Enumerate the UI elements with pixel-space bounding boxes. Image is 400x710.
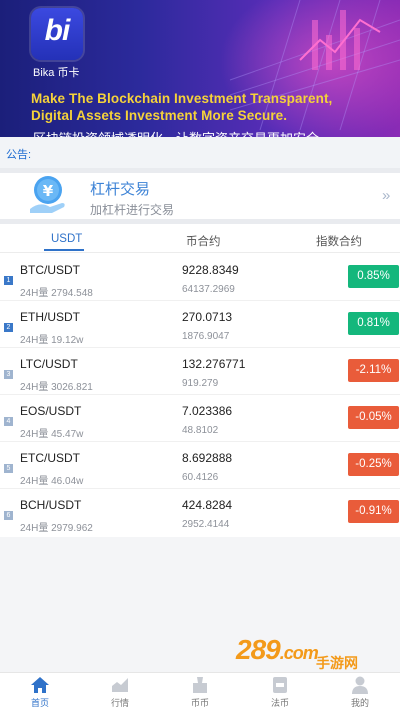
last-price: 9228.8349: [182, 263, 239, 277]
chart-icon: [112, 678, 128, 692]
app-logo: bi: [31, 8, 83, 60]
rank-badge: 3: [4, 370, 13, 379]
rank-badge: 2: [4, 323, 13, 332]
pair-name: ETH/USDT: [20, 310, 80, 324]
rank-badge: 1: [4, 276, 13, 285]
watermark-suffix: .com: [279, 643, 319, 663]
nav-profile[interactable]: 我的: [320, 673, 400, 710]
watermark-text: 289: [236, 634, 281, 665]
nav-spot[interactable]: 币币: [160, 673, 240, 710]
volume-24h: 24H量 2979.962: [20, 523, 93, 534]
market-row[interactable]: 2 ETH/USDT 24H量 19.12w 270.0713 1876.904…: [0, 301, 400, 348]
pair-name: BTC/USDT: [20, 263, 80, 277]
leverage-trading-entry[interactable]: ¥ 杠杆交易 加杠杆进行交易 »: [0, 173, 400, 219]
nav-label: 币币: [190, 698, 209, 708]
leverage-title: 杠杆交易: [90, 181, 151, 198]
nav-home[interactable]: 首页: [0, 673, 80, 710]
banner-slogan-2: Digital Assets Investment More Secure.: [31, 108, 288, 123]
change-badge[interactable]: 0.85%: [348, 265, 399, 288]
price-cny: 2952.4144: [182, 519, 230, 530]
volume-24h: 24H量 19.12w: [20, 335, 84, 346]
price-cny: 919.279: [182, 378, 219, 389]
pair-name: ETC/USDT: [20, 451, 80, 465]
nav-label: 法币: [270, 698, 289, 708]
rank-badge: 6: [4, 511, 13, 520]
volume-24h: 24H量 2794.548: [20, 288, 93, 299]
pair-name: BCH/USDT: [20, 498, 82, 512]
svg-text:¥: ¥: [43, 182, 54, 200]
price-cny: 64137.2969: [182, 284, 235, 295]
last-price: 132.276771: [182, 357, 246, 371]
yen-coin-hand-icon: ¥: [30, 176, 65, 213]
app-logo-text: bi: [44, 14, 71, 47]
nav-market[interactable]: 行情: [80, 673, 160, 710]
tab-index-contract[interactable]: 指数合约: [316, 233, 362, 249]
tab-usdt[interactable]: USDT: [51, 233, 82, 245]
user-icon: [352, 676, 368, 694]
price-cny: 48.8102: [182, 425, 219, 436]
leverage-subtitle: 加杠杆进行交易: [90, 203, 175, 217]
trade-icon: [193, 677, 207, 693]
rank-badge: 5: [4, 464, 13, 473]
app-name: Bika 币卡: [33, 67, 80, 79]
market-row[interactable]: 6 BCH/USDT 24H量 2979.962 424.8284 2952.4…: [0, 489, 400, 536]
watermark-logo: 289.com: [236, 634, 319, 666]
market-row[interactable]: 1 BTC/USDT 24H量 2794.548 9228.8349 64137…: [0, 254, 400, 301]
market-row[interactable]: 3 LTC/USDT 24H量 3026.821 132.276771 919.…: [0, 348, 400, 395]
market-row[interactable]: 5 ETC/USDT 24H量 46.04w 8.692888 60.4126 …: [0, 442, 400, 489]
watermark-cn: 手游网: [316, 655, 358, 671]
nav-label: 我的: [350, 698, 369, 708]
nav-label: 首页: [30, 698, 49, 708]
price-cny: 1876.9047: [182, 331, 230, 342]
home-icon: [31, 677, 49, 693]
volume-24h: 24H量 3026.821: [20, 382, 93, 393]
last-price: 270.0713: [182, 310, 233, 324]
last-price: 7.023386: [182, 404, 233, 418]
banner-slogan-cn: 区块链投资领域透明化，让数字资产交易更加安全: [33, 128, 319, 137]
chevron-right-icon: »: [382, 187, 391, 204]
promo-banner[interactable]: bi Bika 币卡 Make The Blockchain Investmen…: [0, 0, 400, 137]
active-tab-indicator: [44, 249, 84, 251]
last-price: 424.8284: [182, 498, 233, 512]
change-badge[interactable]: -2.11%: [348, 359, 399, 382]
nav-fiat[interactable]: 法币: [240, 673, 320, 710]
wallet-icon: [273, 677, 287, 693]
tab-coin-contract[interactable]: 币合约: [186, 233, 221, 249]
last-price: 8.692888: [182, 451, 233, 465]
volume-24h: 24H量 45.47w: [20, 429, 84, 440]
change-badge[interactable]: -0.91%: [348, 500, 399, 523]
change-badge[interactable]: -0.25%: [348, 453, 399, 476]
volume-24h: 24H量 46.04w: [20, 476, 84, 487]
announcement-bar[interactable]: 公告:: [0, 137, 400, 168]
bottom-nav: 首页 行情 币币 法币 我的: [0, 672, 400, 710]
nav-label: 行情: [110, 698, 129, 708]
change-badge[interactable]: 0.81%: [348, 312, 399, 335]
price-cny: 60.4126: [182, 472, 219, 483]
rank-badge: 4: [4, 417, 13, 426]
change-badge[interactable]: -0.05%: [348, 406, 399, 429]
market-tabs: USDT 币合约 指数合约: [0, 224, 400, 253]
pair-name: EOS/USDT: [20, 404, 82, 418]
banner-slogan-1: Make The Blockchain Investment Transpare…: [31, 91, 333, 106]
empty-area: [0, 537, 400, 672]
market-row[interactable]: 4 EOS/USDT 24H量 45.47w 7.023386 48.8102 …: [0, 395, 400, 442]
pair-name: LTC/USDT: [20, 357, 78, 371]
announcement-label: 公告:: [6, 149, 32, 161]
